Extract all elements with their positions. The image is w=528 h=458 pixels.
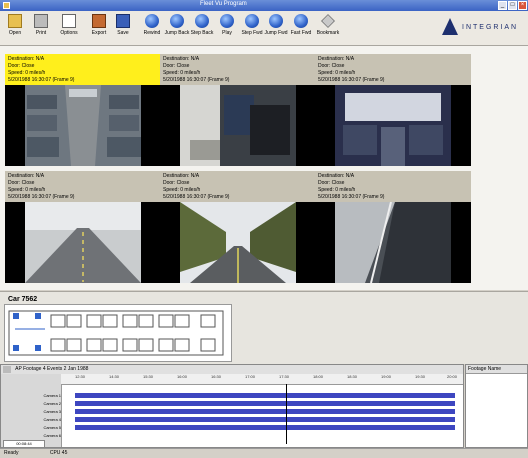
tick-label: 14:30 xyxy=(109,374,120,379)
track-label: Camera 6 xyxy=(43,433,61,438)
playhead[interactable] xyxy=(286,384,287,444)
fast-forward-icon xyxy=(294,14,308,28)
printer-icon xyxy=(34,14,48,28)
tick-label: 20:00 xyxy=(447,374,458,379)
jump-fwd-button[interactable]: Jump Fwd xyxy=(263,14,289,42)
tick-label: 18:00 xyxy=(313,374,324,379)
track-bar[interactable] xyxy=(75,393,455,398)
cpu-text: CPU 45 xyxy=(49,450,68,456)
camera-info: Destination: N/A Door: Close Speed: 0 mi… xyxy=(5,171,161,202)
jump-forward-icon xyxy=(269,14,283,28)
tick-label: 18:30 xyxy=(347,374,358,379)
save-button[interactable]: Save xyxy=(110,14,136,42)
options-button[interactable]: Options xyxy=(56,14,82,42)
maximize-button[interactable]: □ xyxy=(508,1,517,10)
step-back-button[interactable]: Step Back xyxy=(189,14,215,42)
export-icon xyxy=(92,14,106,28)
jump-back-icon xyxy=(170,14,184,28)
track-label: Camera 1 xyxy=(43,393,61,398)
camera-video xyxy=(160,202,316,283)
track-bar[interactable] xyxy=(75,417,455,422)
track-label: Camera 3 xyxy=(43,409,61,414)
track-bar[interactable] xyxy=(75,425,455,430)
print-button[interactable]: Print xyxy=(28,14,54,42)
fast-fwd-button[interactable]: Fast Fwd xyxy=(288,14,314,42)
time-ruler[interactable]: 12:30 14:30 15:30 16:00 16:30 17:00 17:3… xyxy=(61,374,463,385)
minimize-button[interactable]: _ xyxy=(498,1,507,10)
export-button[interactable]: Export xyxy=(86,14,112,42)
step-fwd-button[interactable]: Step Fwd xyxy=(239,14,265,42)
driver-cabin-image xyxy=(180,85,296,166)
rewind-icon xyxy=(145,14,159,28)
camera-tile-3[interactable]: Destination: N/A Door: Close Speed: 0 mi… xyxy=(315,54,471,166)
camera-video xyxy=(315,85,471,166)
camera-video xyxy=(5,85,161,166)
status-text: Ready xyxy=(4,450,19,456)
play-icon xyxy=(220,14,234,28)
camera-info: Destination: N/A Door: Close Speed: 0 mi… xyxy=(160,171,316,202)
folder-icon xyxy=(8,14,22,28)
brand-logo: INTEGRIAN xyxy=(438,14,526,40)
footage-list-panel: Footage Name xyxy=(465,364,528,448)
bookmark-icon xyxy=(321,14,335,28)
tick-label: 12:30 xyxy=(75,374,86,379)
tick-label: 16:00 xyxy=(177,374,188,379)
footage-list-header: Footage Name xyxy=(466,365,527,374)
bus-floorplan xyxy=(4,304,232,362)
close-button[interactable]: × xyxy=(518,1,527,10)
time-display[interactable]: 00:08:44 xyxy=(3,440,45,448)
title-bar: Fleet Vu Program _ □ × xyxy=(0,0,528,11)
track-label: Camera 4 xyxy=(43,417,61,422)
bus-interior-image xyxy=(25,85,141,166)
camera-tile-6[interactable]: Destination: N/A Door: Close Speed: 0 mi… xyxy=(315,171,471,283)
camera-tile-4[interactable]: Destination: N/A Door: Close Speed: 0 mi… xyxy=(5,171,161,283)
camera-grid: Destination: N/A Door: Close Speed: 0 mi… xyxy=(0,46,528,290)
camera-video xyxy=(160,85,316,166)
app-icon xyxy=(3,2,10,9)
bus-rear-image xyxy=(335,85,451,166)
options-icon xyxy=(62,14,76,28)
tick-label: 19:00 xyxy=(381,374,392,379)
track-label: Camera 5 xyxy=(43,425,61,430)
side-road-image xyxy=(335,202,451,283)
track-bar[interactable] xyxy=(75,401,455,406)
camera-tile-1[interactable]: Destination: N/A Door: Close Speed: 0 mi… xyxy=(5,54,161,166)
expand-icon[interactable] xyxy=(3,366,11,373)
car-title: Car 7562 xyxy=(8,296,38,303)
car-layout-panel: Car 7562 xyxy=(0,291,528,364)
camera-tile-2[interactable]: Destination: N/A Door: Close Speed: 0 mi… xyxy=(160,54,316,166)
camera-info: Destination: N/A Door: Close Speed: 0 mi… xyxy=(5,54,161,85)
tick-label: 15:30 xyxy=(143,374,154,379)
timeline-panel: AP Footage 4 Events 2 Jan 1988 Camera 1 … xyxy=(0,364,464,448)
rewind-button[interactable]: Rewind xyxy=(139,14,165,42)
camera-info: Destination: N/A Door: Close Speed: 0 mi… xyxy=(315,54,471,85)
open-button[interactable]: Open xyxy=(2,14,28,42)
camera-video xyxy=(315,202,471,283)
logo-mark-icon xyxy=(442,18,458,35)
road-front-image xyxy=(25,202,141,283)
save-icon xyxy=(116,14,130,28)
jump-back-button[interactable]: Jump Back xyxy=(164,14,190,42)
tick-label: 19:30 xyxy=(415,374,426,379)
step-forward-icon xyxy=(245,14,259,28)
track-bar[interactable] xyxy=(75,409,455,414)
camera-info: Destination: N/A Door: Close Speed: 0 mi… xyxy=(315,171,471,202)
bus-seat-map[interactable] xyxy=(5,305,231,361)
track-labels: Camera 1 Camera 2 Camera 3 Camera 4 Came… xyxy=(1,374,62,448)
camera-video xyxy=(5,202,161,283)
camera-tile-5[interactable]: Destination: N/A Door: Close Speed: 0 mi… xyxy=(160,171,316,283)
tick-label: 16:30 xyxy=(211,374,222,379)
tick-label: 17:30 xyxy=(279,374,290,379)
track-label: Camera 2 xyxy=(43,401,61,406)
camera-info: Destination: N/A Door: Close Speed: 0 mi… xyxy=(160,54,316,85)
tree-road-image xyxy=(180,202,296,283)
bookmark-button[interactable]: Bookmark xyxy=(315,14,341,42)
window-title: Fleet Vu Program xyxy=(200,1,247,7)
tick-label: 17:00 xyxy=(245,374,256,379)
play-button[interactable]: Play xyxy=(214,14,240,42)
step-back-icon xyxy=(195,14,209,28)
